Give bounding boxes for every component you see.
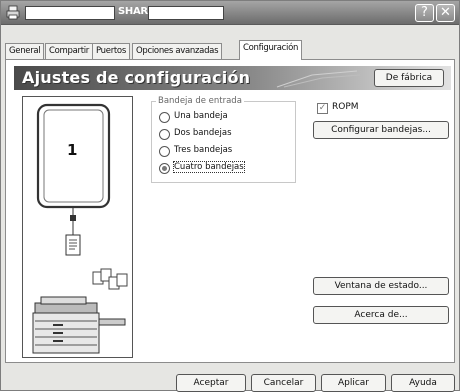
radio-two-trays-circle[interactable]: [159, 129, 170, 140]
status-window-label: Ventana de estado...: [334, 281, 428, 291]
defaults-button[interactable]: De fábrica: [374, 69, 444, 87]
tab-puertos[interactable]: Puertos: [92, 43, 130, 59]
cancel-button[interactable]: Cancelar: [251, 374, 316, 392]
title-redaction-left: [25, 6, 115, 20]
tab-opciones-avanzadas[interactable]: Opciones avanzadas: [132, 43, 223, 59]
tab-strip: General Compartir Puertos Opciones avanz…: [5, 28, 455, 60]
configure-trays-button[interactable]: Configurar bandejas...: [313, 121, 449, 139]
radio-four-trays-circle[interactable]: [159, 163, 170, 174]
close-title-button[interactable]: ✕: [436, 4, 455, 22]
radio-one-tray-circle[interactable]: [159, 112, 170, 123]
printer-properties-window: SHARP ? ✕ General Compartir Puertos Opci…: [0, 0, 460, 392]
about-label: Acerca de...: [354, 310, 408, 320]
header-banner: Ajustes de configuración De fábrica: [14, 66, 451, 90]
printer-diagram: [32, 103, 128, 354]
configuration-panel: Ajustes de configuración De fábrica 1 Ba…: [5, 59, 455, 363]
ok-label: Aceptar: [193, 378, 229, 388]
close-icon: ✕: [440, 5, 451, 20]
cancel-label: Cancelar: [263, 378, 304, 388]
help-button[interactable]: Ayuda: [391, 374, 455, 392]
configure-trays-label: Configurar bandejas...: [331, 125, 431, 135]
help-title-button[interactable]: ?: [415, 4, 434, 22]
panel-heading: Ajustes de configuración: [22, 68, 251, 87]
printer-preview: 1: [22, 96, 133, 358]
printer-icon: [6, 5, 20, 20]
ok-button[interactable]: Aceptar: [176, 374, 246, 392]
status-window-button[interactable]: Ventana de estado...: [313, 277, 449, 295]
defaults-button-label: De fábrica: [385, 73, 433, 83]
title-redaction-right: [148, 6, 224, 20]
about-button[interactable]: Acerca de...: [313, 306, 449, 324]
tab-general[interactable]: General: [5, 43, 45, 59]
input-tray-group-label: Bandeja de entrada: [156, 96, 244, 106]
radio-two-trays-label: Dos bandejas: [174, 128, 232, 138]
tab-configuracion[interactable]: Configuración: [239, 40, 303, 60]
help-icon: ?: [421, 5, 428, 20]
ropm-label: ROPM: [332, 102, 359, 112]
title-bar[interactable]: SHARP ? ✕: [1, 1, 459, 25]
help-label: Ayuda: [409, 378, 437, 388]
ropm-checkbox[interactable]: ✓: [317, 103, 328, 114]
banner-decoration-icon: [276, 70, 361, 88]
preview-page-number: 1: [67, 141, 78, 159]
apply-label: Aplicar: [337, 378, 370, 388]
apply-button[interactable]: Aplicar: [321, 374, 386, 392]
radio-four-trays-label: Cuatro bandejas: [173, 161, 245, 173]
radio-one-tray-label: Una bandeja: [174, 111, 228, 121]
radio-three-trays-label: Tres bandejas: [174, 145, 233, 155]
tab-compartir[interactable]: Compartir: [45, 43, 94, 59]
radio-three-trays-circle[interactable]: [159, 146, 170, 157]
